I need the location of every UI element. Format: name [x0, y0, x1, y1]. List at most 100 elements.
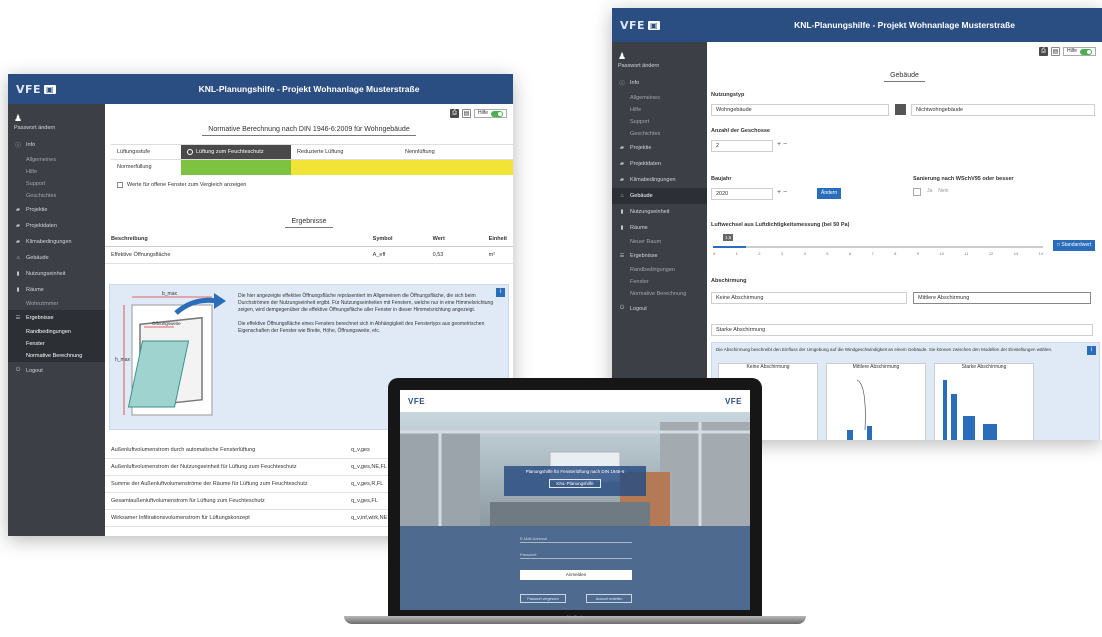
vfe-logo[interactable]: VFE ▣ [8, 83, 105, 96]
sidebar-item-project-data[interactable]: ▰ Projektdaten [612, 156, 707, 172]
slider-fill [713, 246, 746, 248]
sidebar-subitem[interactable]: Neuer Raum [612, 236, 707, 248]
toggle-switch[interactable] [1080, 48, 1092, 55]
sidebar-subitem[interactable]: Support [8, 178, 105, 190]
sidebar-item-projects[interactable]: ▰ Projektie [8, 202, 105, 218]
main-content: ⎙ ▤ Hilfe Gebäude Nutzungstyp Wohngebäud… [707, 42, 1102, 440]
sidebar-item-results[interactable]: ☰ Ergebnisse [612, 248, 707, 264]
building-window: VFE ▣ KNL-Planungshilfe - Projekt Wohnan… [612, 8, 1102, 440]
sidebar-item-info[interactable]: ⓘ Info [8, 136, 105, 154]
column-header: Wert [426, 232, 483, 247]
tab-moisture-protection[interactable]: Lüftung zum Feuchteschutz [181, 145, 291, 159]
change-password-link[interactable]: Passwort ändern [618, 63, 659, 69]
sidebar-subitem[interactable]: Geschichtes [8, 190, 105, 202]
slider-tick-label: 6 [848, 251, 852, 256]
status-warning-bar [291, 160, 513, 175]
shielding-strong[interactable]: Starke Abschirmung [711, 324, 1093, 336]
sidebar-item-unit[interactable]: ▮ Nutzungseinheit [8, 266, 105, 282]
logo-mark-icon: ▣ [648, 20, 661, 30]
sidebar-item-project-data[interactable]: ▰ Projektdaten [8, 218, 105, 234]
norm-label: Normerfüllung [117, 164, 152, 170]
table-row[interactable]: Effektive Öffnungsfläche A_eff 0,53 m² [105, 246, 513, 264]
logo-text: VFE [16, 82, 42, 96]
sidebar-item-building[interactable]: ⌂ Gebäude [612, 188, 707, 204]
sidebar-item-building[interactable]: ⌂ Gebäude [8, 250, 105, 266]
sidebar-subitem[interactable]: Hilfe [8, 166, 105, 178]
sidebar-subitem[interactable]: Normative Berechnung [612, 288, 707, 300]
open-window-option[interactable]: Werte für offene Fenster zum Vergleich a… [111, 175, 513, 195]
sidebar-item-rooms[interactable]: ▮ Räume [8, 282, 105, 298]
slider-ticks: 0 1 2 3 4 5 6 7 8 9 10 11 12 13 14 [713, 251, 1043, 256]
change-password-link[interactable]: Passwort ändern [14, 125, 55, 131]
floors-input[interactable]: 2 [711, 140, 773, 152]
sidebar-subitem[interactable]: Randbedingungen [8, 326, 105, 338]
default-value-button[interactable]: □ Standardwert [1053, 240, 1096, 251]
user-icon: ♟ [14, 113, 23, 123]
export-icon[interactable]: ▤ [461, 109, 471, 118]
print-icon[interactable]: ⎙ [449, 109, 459, 118]
vfe-logo[interactable]: VFE ▣ [612, 19, 707, 32]
shielding-none[interactable]: Keine Abschirmung [711, 292, 907, 304]
email-field[interactable]: E-Mail-Adresse [520, 534, 632, 543]
help-toggle[interactable]: Hilfe [1062, 47, 1096, 56]
sidebar-subitem[interactable]: Wohnzimmer [8, 298, 105, 310]
renovation-checkbox[interactable] [913, 188, 921, 196]
logout-icon: ⏻ [619, 305, 625, 311]
info-close-button[interactable]: i [496, 288, 505, 297]
status-ok-bar [181, 160, 291, 175]
tab-nominal-ventilation[interactable]: Nennlüftung [399, 145, 507, 159]
sidebar-item-rooms[interactable]: ▮ Räume [612, 220, 707, 236]
sidebar-item-climate[interactable]: ▰ Klimabedingungen [8, 234, 105, 250]
user-menu[interactable]: ♟ Passwort ändern [8, 108, 105, 136]
unit-icon: ▮ [620, 209, 624, 215]
year-stepper[interactable]: + − [777, 189, 787, 196]
unit-icon: ▮ [16, 271, 20, 277]
sidebar-subitem[interactable]: Allgemeines [612, 92, 707, 104]
forgot-password-button[interactable]: Passwort vergessen [520, 594, 566, 603]
results-icon: ☰ [619, 253, 625, 259]
tab-reduced-ventilation[interactable]: Reduzierte Lüftung [291, 145, 399, 159]
slider-tick-label: 14 [1038, 251, 1043, 256]
sidebar-subitem[interactable]: Support [612, 116, 707, 128]
user-menu[interactable]: ♟ Passwort ändern [612, 46, 707, 74]
login-button[interactable]: Anmelden [520, 570, 632, 580]
sidebar-item-info[interactable]: ⓘ Info [612, 74, 707, 92]
sidebar-item-results[interactable]: ☰ Ergebnisse [8, 310, 105, 326]
sidebar-subitem[interactable]: Allgemeines [8, 154, 105, 166]
help-toggle[interactable]: Hilfe [473, 109, 507, 118]
shielding-medium[interactable]: Mittlere Abschirmung [913, 292, 1091, 304]
sidebar-item-unit[interactable]: ▮ Nutzungseinheit [612, 204, 707, 220]
usage-type-residential[interactable]: Wohngebäude [711, 104, 889, 116]
sidebar-subitem[interactable]: Fenster [612, 276, 707, 288]
renovation-label: Sanierung nach WSchV95 oder besser [913, 176, 1014, 182]
checkbox[interactable] [117, 182, 123, 188]
floors-stepper[interactable]: + − [777, 141, 787, 148]
sidebar-subitem[interactable]: Randbedingungen [612, 264, 707, 276]
renovation-toggle[interactable]: Ja Nein [913, 188, 949, 196]
planning-tool-button[interactable]: KNL-Planungshilfe [549, 479, 601, 488]
sidebar-item-climate[interactable]: ▰ Klimabedingungen [612, 172, 707, 188]
sidebar-subitem[interactable]: Geschichtes [612, 128, 707, 140]
toggle-switch[interactable] [491, 110, 503, 117]
create-account-button[interactable]: Account erstellen [586, 594, 632, 603]
usage-type-checkbox[interactable] [895, 104, 906, 115]
sidebar-subitem[interactable]: Hilfe [612, 104, 707, 116]
info-close-button[interactable]: i [1087, 346, 1096, 355]
laptop-header: VFE VFE [400, 390, 750, 412]
year-change-button[interactable]: Ändern [817, 188, 842, 199]
airtightness-slider[interactable] [713, 246, 1043, 248]
sidebar-subitem-normative[interactable]: Normative Berechnung [8, 350, 105, 362]
norm-compliance-row: Normerfüllung [111, 159, 513, 175]
year-input[interactable]: 2020 [711, 188, 773, 200]
export-icon[interactable]: ▤ [1050, 47, 1060, 56]
vfe-logo[interactable]: VFE [408, 397, 425, 406]
width-label: b_max [162, 291, 178, 297]
sidebar-item-projects[interactable]: ▰ Projektie [612, 140, 707, 156]
rooms-icon: ▮ [620, 225, 624, 231]
sidebar-item-logout[interactable]: ⏻ Logout [612, 300, 707, 317]
usage-type-nonresidential[interactable]: Nichtwohngebäude [911, 104, 1095, 116]
password-field[interactable]: Passwort [520, 550, 632, 559]
print-icon[interactable]: ⎙ [1038, 47, 1048, 56]
sidebar-subitem[interactable]: Fenster [8, 338, 105, 350]
sidebar-item-logout[interactable]: ⏻ Logout [8, 362, 105, 379]
